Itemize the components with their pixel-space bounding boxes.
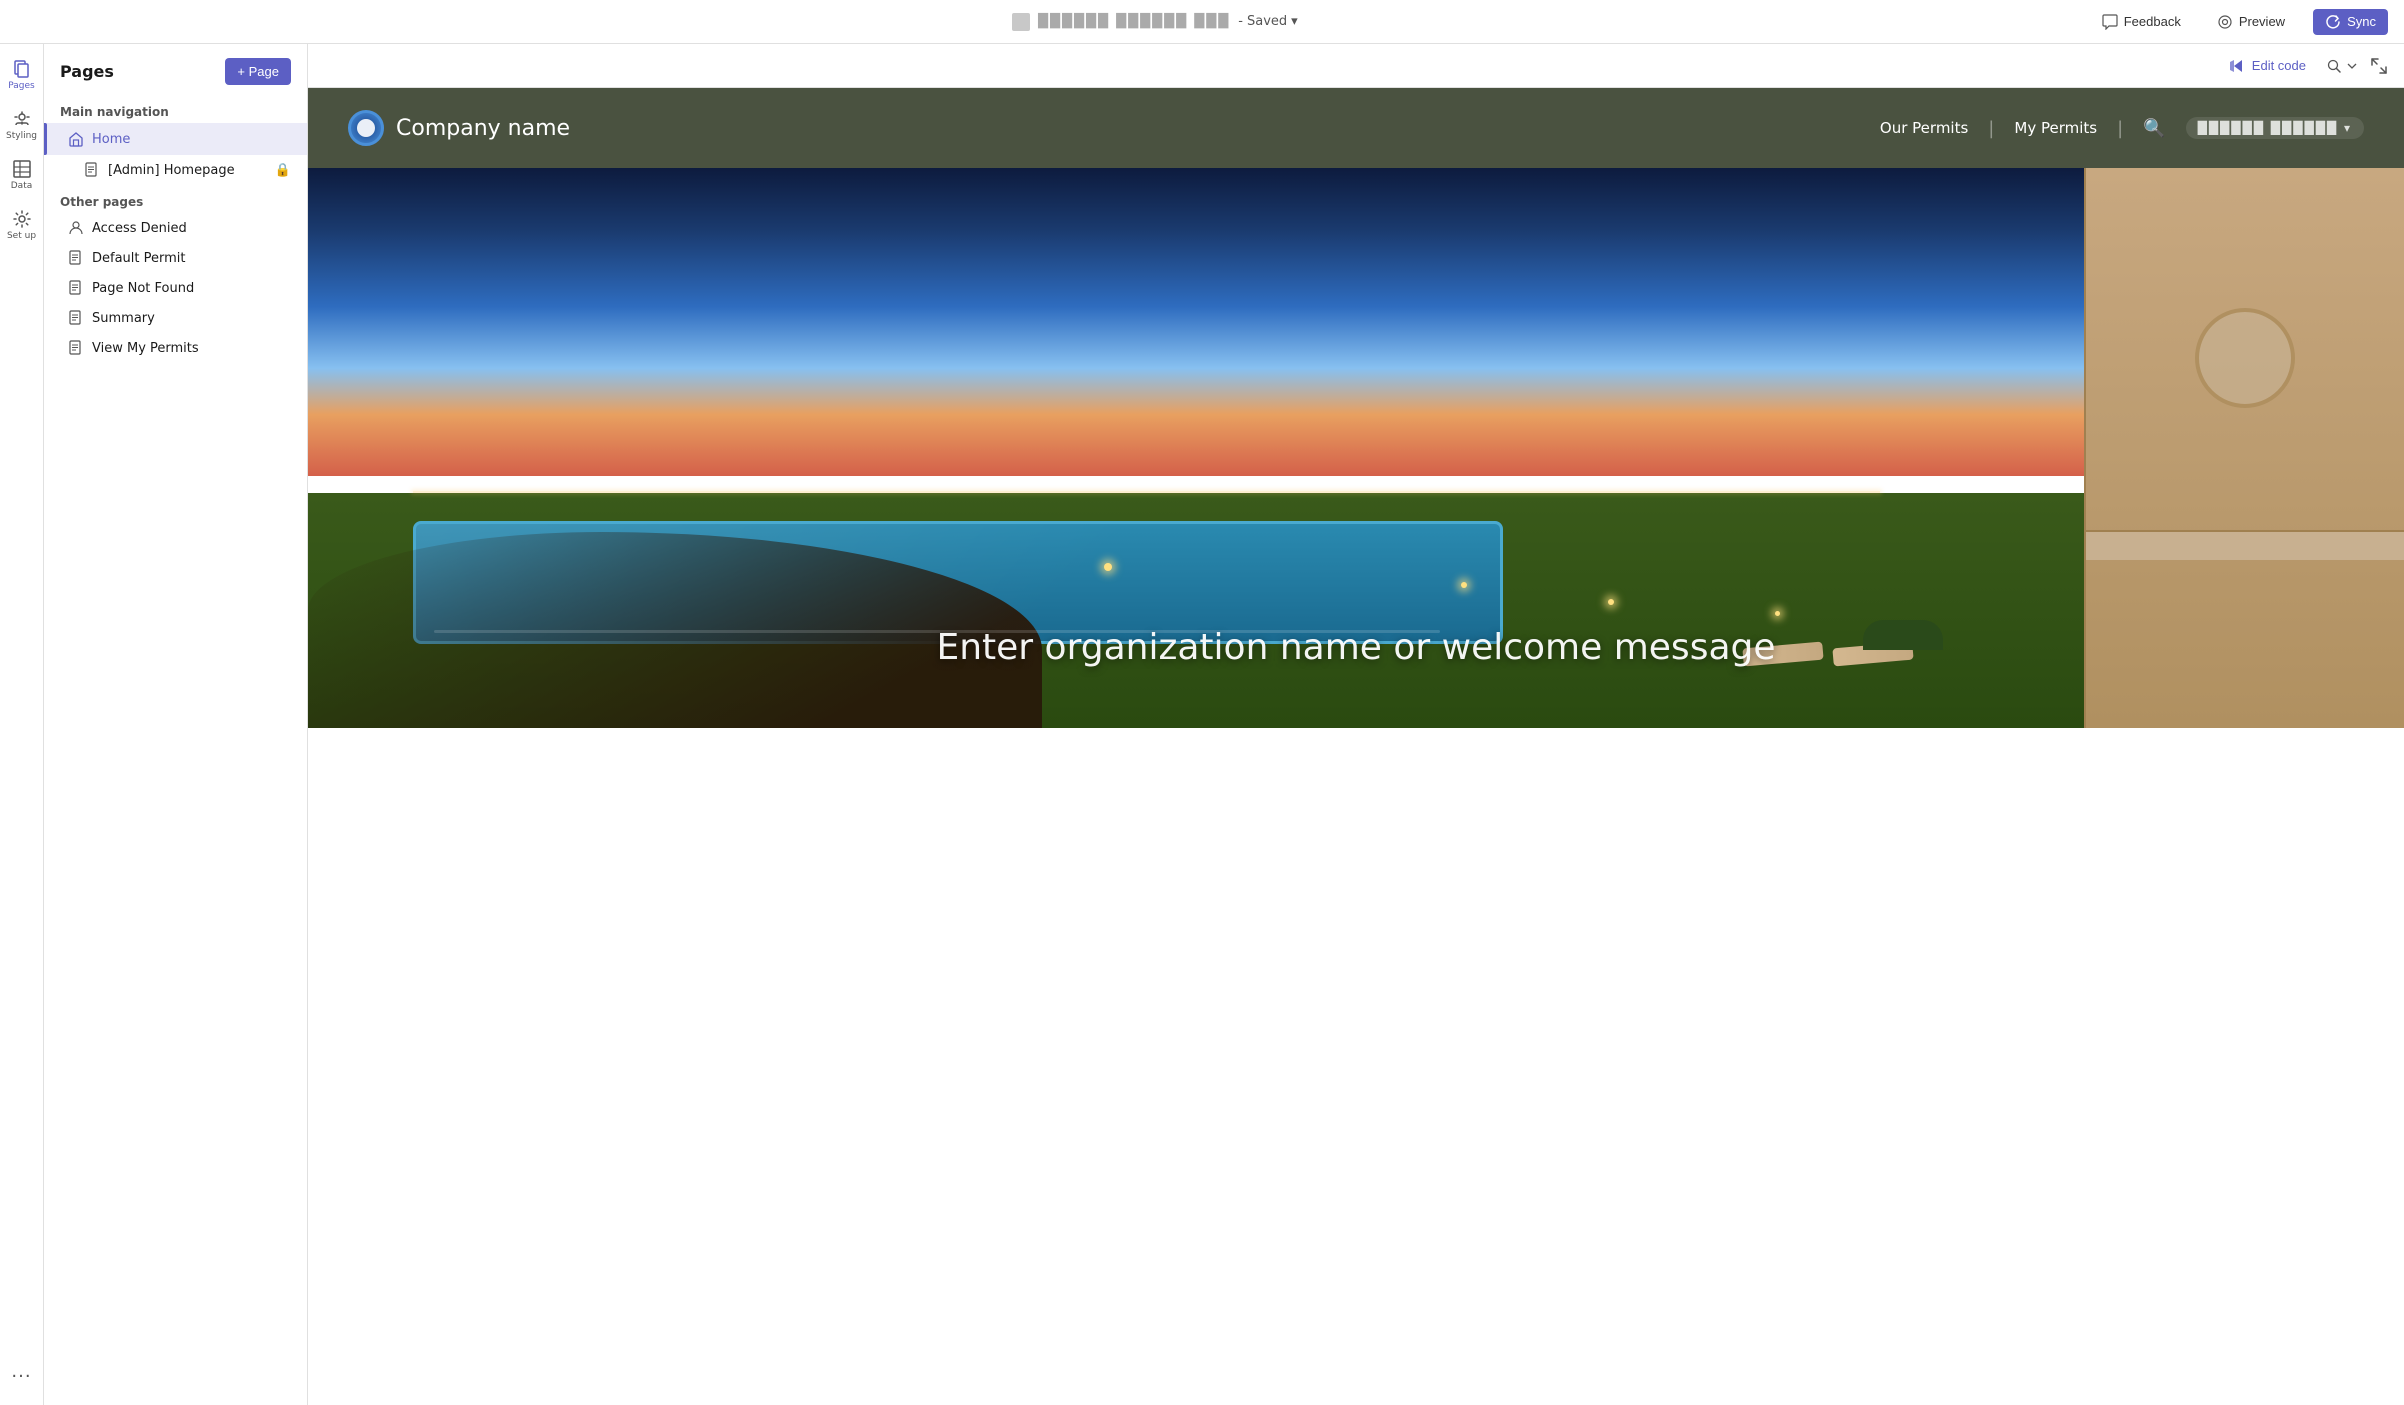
- logo-icon: [348, 110, 384, 146]
- hero-welcome-text: Enter organization name or welcome messa…: [936, 627, 1775, 668]
- preview-icon: [2217, 14, 2233, 30]
- home-icon: [68, 131, 84, 147]
- site-logo: Company name: [348, 110, 570, 146]
- content-toolbar: Edit code: [308, 44, 2404, 88]
- sidebar-item-view-my-permits[interactable]: View My Permits: [44, 333, 307, 363]
- sidebar-item-admin-homepage[interactable]: [Admin] Homepage 🔒: [44, 155, 307, 185]
- edit-code-button[interactable]: Edit code: [2222, 54, 2314, 78]
- app-title-blurred: ██████ ██████ ███: [1038, 14, 1230, 29]
- site-header: Company name Our Permits | My Permits | …: [308, 88, 2404, 168]
- access-denied-label: Access Denied: [92, 221, 291, 236]
- content-area: Edit code: [308, 44, 2404, 1405]
- file-icon: [1012, 13, 1030, 31]
- page-icon-notfound: [68, 280, 84, 296]
- nav-separator-1: |: [1988, 118, 1994, 139]
- main-layout: Pages Styling Data Set up: [0, 44, 2404, 1405]
- page-icon-default: [68, 250, 84, 266]
- company-name: Company name: [396, 116, 570, 141]
- styling-label: Styling: [6, 131, 37, 141]
- data-icon: [12, 159, 32, 179]
- sync-button[interactable]: Sync: [2313, 9, 2388, 35]
- view-permits-label: View My Permits: [92, 341, 291, 356]
- user-name-blurred: ██████ ██████ ▾: [2198, 121, 2352, 135]
- top-bar: ██████ ██████ ███ - Saved ▾ Feedback Pre…: [0, 0, 2404, 44]
- nav-separator-2: |: [2117, 118, 2123, 139]
- person-icon: [68, 220, 84, 236]
- top-bar-right: Feedback Preview Sync: [2094, 9, 2388, 35]
- hero-section: Enter organization name or welcome messa…: [308, 168, 2404, 728]
- pages-label: Pages: [8, 81, 34, 91]
- lock-icon: 🔒: [275, 163, 291, 178]
- data-label: Data: [11, 181, 33, 191]
- chevron-icon[interactable]: ▾: [1291, 14, 1298, 29]
- sidebar: Pages + Page Main navigation Home ···: [44, 44, 308, 1405]
- sidebar-header: Pages + Page: [44, 44, 307, 95]
- saved-text: Saved: [1247, 14, 1287, 29]
- expand-button[interactable]: [2370, 57, 2388, 75]
- nav-my-permits[interactable]: My Permits: [2014, 119, 2097, 137]
- chevron-down-zoom-icon: [2346, 60, 2358, 72]
- nav-item-more[interactable]: ···: [4, 1359, 40, 1405]
- hero-text-overlay: Enter organization name or welcome messa…: [308, 627, 2404, 668]
- user-pill[interactable]: ██████ ██████ ▾: [2186, 117, 2364, 139]
- home-label: Home: [92, 132, 263, 147]
- sidebar-title: Pages: [60, 62, 114, 81]
- main-nav-section-label: Main navigation: [44, 95, 307, 123]
- expand-icon: [2370, 57, 2388, 75]
- nav-our-permits[interactable]: Our Permits: [1880, 119, 1968, 137]
- feedback-icon: [2102, 14, 2118, 30]
- page-icon-summary: [68, 310, 84, 326]
- setup-label: Set up: [7, 231, 36, 241]
- home-more-button[interactable]: ···: [271, 130, 291, 148]
- icon-nav: Pages Styling Data Set up: [0, 44, 44, 1405]
- admin-homepage-label: [Admin] Homepage: [108, 163, 267, 178]
- site-nav: Our Permits | My Permits | 🔍 ██████ ████…: [590, 117, 2364, 139]
- nav-item-setup[interactable]: Set up: [4, 202, 40, 248]
- zoom-icon: [2326, 58, 2342, 74]
- search-icon[interactable]: 🔍: [2143, 118, 2165, 139]
- sidebar-item-page-not-found[interactable]: Page Not Found: [44, 273, 307, 303]
- add-page-button[interactable]: + Page: [225, 58, 291, 85]
- sync-icon: [2325, 14, 2341, 30]
- preview-area: Company name Our Permits | My Permits | …: [308, 88, 2404, 1405]
- preview-frame: Company name Our Permits | My Permits | …: [308, 88, 2404, 1405]
- page-icon-permits: [68, 340, 84, 356]
- sidebar-item-default-permit[interactable]: Default Permit: [44, 243, 307, 273]
- building-awning: [2086, 530, 2404, 560]
- more-icon: ···: [11, 1366, 31, 1387]
- nav-item-styling[interactable]: Styling: [4, 102, 40, 148]
- preview-button[interactable]: Preview: [2209, 10, 2293, 34]
- sidebar-item-access-denied[interactable]: Access Denied: [44, 213, 307, 243]
- vscode-icon: [2230, 58, 2246, 74]
- building-window: [2195, 308, 2295, 408]
- light-2: [1461, 582, 1467, 588]
- feedback-button[interactable]: Feedback: [2094, 10, 2189, 34]
- nav-item-pages[interactable]: Pages: [4, 52, 40, 98]
- saved-badge: - Saved ▾: [1238, 14, 1297, 29]
- top-bar-center: ██████ ██████ ███ - Saved ▾: [1012, 13, 1298, 31]
- sidebar-item-home[interactable]: Home ···: [44, 123, 307, 155]
- page-not-found-label: Page Not Found: [92, 281, 291, 296]
- page-icon-admin: [84, 162, 100, 178]
- sidebar-item-summary[interactable]: Summary: [44, 303, 307, 333]
- pages-icon: [12, 59, 32, 79]
- summary-label: Summary: [92, 311, 291, 326]
- nav-item-data[interactable]: Data: [4, 152, 40, 198]
- styling-icon: [12, 109, 32, 129]
- default-permit-label: Default Permit: [92, 251, 291, 266]
- setup-icon: [12, 209, 32, 229]
- light-3: [1608, 599, 1614, 605]
- other-pages-section-label: Other pages: [44, 185, 307, 213]
- logo-inner: [357, 119, 375, 137]
- city-lights: [413, 491, 1880, 493]
- zoom-controls[interactable]: [2326, 58, 2358, 74]
